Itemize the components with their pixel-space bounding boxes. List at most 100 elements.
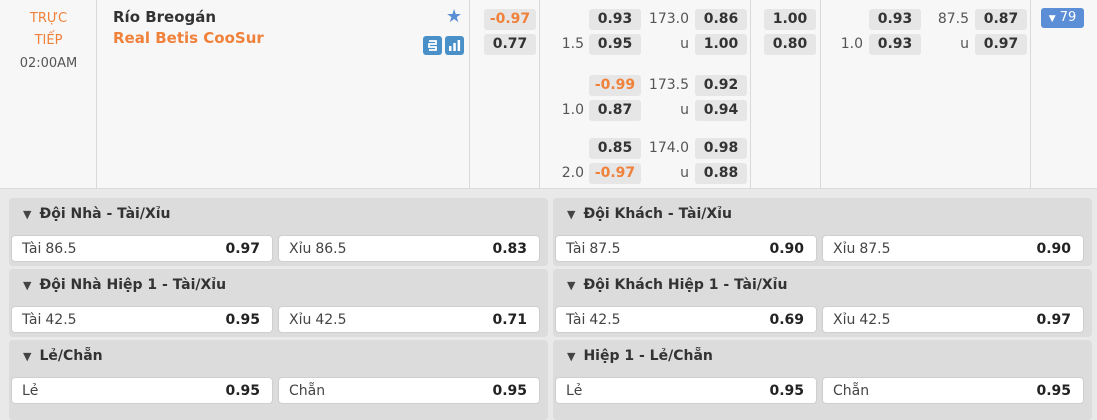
panel-title[interactable]: ▼ Đội Nhà Hiệp 1 - Tài/Xỉu: [23, 277, 226, 293]
column-divider: [750, 0, 751, 189]
panel-title[interactable]: ▼ Lẻ/Chẵn: [23, 348, 103, 364]
selection-price: 0.95: [1036, 383, 1071, 399]
handicap-away-odd[interactable]: -0.97: [589, 163, 641, 184]
selection-name: Lẻ: [22, 383, 39, 399]
under-label: u: [680, 102, 689, 118]
half-moneyline-home-odd[interactable]: 1.00: [764, 9, 816, 30]
match-row: TRỰC TIẾP 02:00AM Río Breogán Real Betis…: [0, 0, 1097, 189]
handicap-home-odd[interactable]: 0.93: [589, 9, 641, 30]
handicap-home-odd[interactable]: -0.99: [589, 75, 641, 96]
total-line: 174.0: [648, 140, 689, 156]
handicap-home-odd[interactable]: 0.85: [589, 138, 641, 159]
even-selection[interactable]: Chẵn 0.95: [822, 377, 1084, 404]
chevron-down-icon: ▼: [567, 279, 576, 292]
over-selection[interactable]: Tài 87.5 0.90: [555, 235, 817, 262]
even-selection[interactable]: Chẵn 0.95: [278, 377, 540, 404]
handicap-away-odd[interactable]: 0.87: [589, 100, 641, 121]
panel-title[interactable]: ▼ Hiệp 1 - Lẻ/Chẵn: [567, 348, 713, 364]
selection-name: Tài: [566, 241, 586, 257]
total-under-odd[interactable]: 0.94: [695, 100, 747, 121]
selection-price: 0.95: [225, 312, 260, 328]
half-moneyline-away-odd[interactable]: 0.80: [764, 34, 816, 55]
total-line: 173.5: [648, 77, 689, 93]
under-label: u: [960, 36, 969, 52]
selection-line: 86.5: [45, 241, 77, 257]
selection-price: 0.69: [769, 312, 804, 328]
total-over-odd[interactable]: 0.98: [695, 138, 747, 159]
chevron-down-icon: ▼: [23, 279, 32, 292]
selection-price: 0.90: [769, 241, 804, 257]
handicap-away-odd[interactable]: 0.95: [589, 34, 641, 55]
panel-title[interactable]: ▼ Đội Khách - Tài/Xỉu: [567, 206, 732, 222]
selection-price: 0.71: [492, 312, 527, 328]
market-panel: ▼ Hiệp 1 - Lẻ/Chẵn Lẻ 0.95 Chẵn 0.95: [553, 340, 1092, 420]
under-selection[interactable]: Xỉu 42.5 0.71: [278, 306, 540, 333]
over-selection[interactable]: Tài 42.5 0.95: [11, 306, 273, 333]
total-under-odd[interactable]: 0.88: [695, 163, 747, 184]
total-line: 173.0: [648, 11, 689, 27]
selection-line: 42.5: [45, 312, 77, 328]
under-selection[interactable]: Xỉu 86.5 0.83: [278, 235, 540, 262]
selection-name: Tài: [566, 312, 586, 328]
half-total-over-odd[interactable]: 0.87: [975, 9, 1027, 30]
moneyline-home-odd[interactable]: -0.97: [484, 9, 536, 30]
under-label: u: [680, 165, 689, 181]
chevron-down-icon: ▼: [567, 350, 576, 363]
panel-title[interactable]: ▼ Đội Khách Hiệp 1 - Tài/Xỉu: [567, 277, 787, 293]
selection-price: 0.95: [492, 383, 527, 399]
moneyline-away-odd[interactable]: 0.77: [484, 34, 536, 55]
column-divider: [1030, 0, 1031, 189]
under-label: u: [680, 36, 689, 52]
half-total-line: 87.5: [937, 11, 969, 27]
selection-line: 87.5: [859, 241, 891, 257]
selection-price: 0.95: [769, 383, 804, 399]
half-handicap-home-odd[interactable]: 0.93: [869, 9, 921, 30]
handicap-line: 2.0: [561, 165, 584, 181]
panel-title-text: Hiệp 1 - Lẻ/Chẵn: [583, 348, 713, 364]
selection-name: Tài: [22, 312, 42, 328]
odd-selection[interactable]: Lẻ 0.95: [555, 377, 817, 404]
odd-selection[interactable]: Lẻ 0.95: [11, 377, 273, 404]
selection-price: 0.97: [225, 241, 260, 257]
total-over-odd[interactable]: 0.86: [695, 9, 747, 30]
panel-title[interactable]: ▼ Đội Nhà - Tài/Xỉu: [23, 206, 171, 222]
column-divider: [539, 0, 540, 189]
match-odds-page: TRỰC TIẾP 02:00AM Río Breogán Real Betis…: [0, 0, 1097, 420]
half-total-under-odd[interactable]: 0.97: [975, 34, 1027, 55]
selection-name: Lẻ: [566, 383, 583, 399]
selection-price: 0.97: [1036, 312, 1071, 328]
panel-title-text: Đội Nhà Hiệp 1 - Tài/Xỉu: [39, 277, 227, 293]
total-under-odd[interactable]: 1.00: [695, 34, 747, 55]
half-handicap-away-odd[interactable]: 0.93: [869, 34, 921, 55]
panel-title-text: Đội Khách - Tài/Xỉu: [583, 206, 732, 222]
selection-name: Tài: [22, 241, 42, 257]
selection-price: 0.95: [225, 383, 260, 399]
more-markets-count: 79: [1059, 10, 1077, 25]
selection-name: Xỉu: [289, 312, 312, 328]
total-over-odd[interactable]: 0.92: [695, 75, 747, 96]
selection-name: Chẵn: [833, 383, 870, 399]
market-panel: ▼ Đội Khách - Tài/Xỉu Tài 87.5 0.90 Xỉu 87.5…: [553, 198, 1092, 266]
market-panel: ▼ Đội Nhà - Tài/Xỉu Tài 86.5 0.97 Xỉu 86.5 0.…: [9, 198, 548, 266]
selection-line: 87.5: [589, 241, 621, 257]
under-selection[interactable]: Xỉu 87.5 0.90: [822, 235, 1084, 262]
over-selection[interactable]: Tài 42.5 0.69: [555, 306, 817, 333]
selection-name: Chẵn: [289, 383, 326, 399]
selection-name: Xỉu: [833, 241, 856, 257]
chevron-down-icon: ▼: [1048, 14, 1056, 24]
half-handicap-line: 1.0: [840, 36, 863, 52]
selection-line: 42.5: [589, 312, 621, 328]
more-markets-button[interactable]: ▼ 79: [1041, 8, 1084, 28]
market-panel: ▼ Lẻ/Chẵn Lẻ 0.95 Chẵn 0.95: [9, 340, 548, 420]
selection-price: 0.90: [1036, 241, 1071, 257]
over-selection[interactable]: Tài 86.5 0.97: [11, 235, 273, 262]
panel-title-text: Lẻ/Chẵn: [39, 348, 103, 364]
under-selection[interactable]: Xỉu 42.5 0.97: [822, 306, 1084, 333]
selection-price: 0.83: [492, 241, 527, 257]
market-panel: ▼ Đội Khách Hiệp 1 - Tài/Xỉu Tài 42.5 0.69 …: [553, 269, 1092, 337]
chevron-down-icon: ▼: [23, 350, 32, 363]
panel-title-text: Đội Khách Hiệp 1 - Tài/Xỉu: [583, 277, 788, 293]
column-divider: [820, 0, 821, 189]
handicap-line: 1.0: [561, 102, 584, 118]
selection-name: Xỉu: [289, 241, 312, 257]
